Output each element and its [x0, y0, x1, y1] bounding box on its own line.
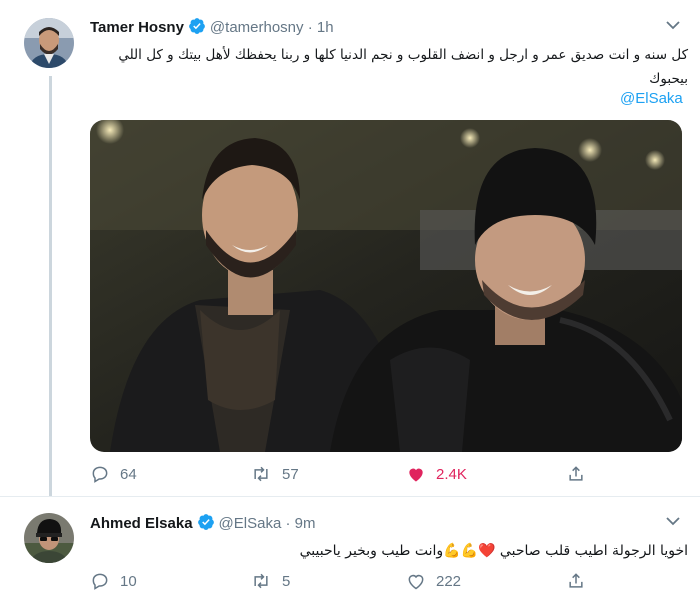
avatar[interactable]	[24, 18, 74, 68]
mention-link[interactable]: @ElSaka	[620, 90, 683, 107]
meta-separator: ·	[307, 19, 313, 36]
share-icon	[569, 573, 583, 588]
like-button[interactable]: 222	[406, 569, 461, 593]
photo-two-men	[90, 120, 682, 452]
thread-line	[49, 76, 52, 496]
retweet-count: 5	[282, 572, 291, 590]
tweet-header: Tamer Hosny @tamerhosny · 1h	[90, 17, 334, 39]
retweet-button[interactable]: 5	[250, 569, 290, 593]
retweet-count: 57	[282, 465, 299, 483]
share-button[interactable]	[566, 569, 596, 593]
reply-icon	[92, 573, 108, 590]
heart-icon	[408, 574, 424, 590]
author-handle[interactable]: @tamerhosny	[210, 19, 304, 36]
author-handle[interactable]: @ElSaka	[219, 515, 282, 532]
chevron-down-icon[interactable]	[666, 20, 680, 30]
reply-button[interactable]: 10	[90, 569, 137, 593]
tweet-text-line-2: بيحبوك	[649, 71, 688, 87]
verified-badge-icon	[197, 513, 215, 535]
like-button[interactable]: 2.4K	[406, 462, 467, 486]
retweet-button[interactable]: 57	[250, 462, 299, 486]
reply-icon	[92, 466, 108, 483]
like-count: 2.4K	[436, 465, 467, 483]
avatar[interactable]	[24, 513, 74, 563]
verified-badge-icon	[188, 17, 206, 39]
retweet-icon	[254, 466, 268, 482]
tweet-actions: 64 57 2.4K	[90, 462, 680, 486]
chevron-down-icon[interactable]	[666, 516, 680, 526]
like-count: 222	[436, 572, 462, 590]
reply-count: 10	[120, 572, 137, 590]
author-name[interactable]: Tamer Hosny	[90, 19, 184, 36]
share-icon	[569, 466, 583, 481]
tweet-time[interactable]: 9m	[295, 515, 316, 532]
tweet-actions: 10 5 222	[90, 569, 680, 593]
tweet-time[interactable]: 1h	[317, 19, 334, 36]
retweet-icon	[254, 573, 268, 589]
tweet-text-line-1: كل سنه و انت صديق عمر و ارجل و انضف القل…	[118, 47, 688, 63]
tweet-text: اخويا الرجولة اطيب قلب صاحبي ❤️💪💪وانت طي…	[299, 543, 688, 559]
tweet-ahmed-elsaka[interactable]: Ahmed Elsaka @ElSaka · 9m اخويا الرجولة ا…	[0, 496, 700, 607]
reply-button[interactable]: 64	[90, 462, 137, 486]
tweet-photo[interactable]	[90, 120, 682, 452]
reply-count: 64	[120, 465, 137, 483]
tweet-header: Ahmed Elsaka @ElSaka · 9m	[90, 513, 316, 535]
heart-icon	[409, 468, 423, 482]
meta-separator: ·	[285, 515, 291, 532]
tweet-tamer-hosny[interactable]: Tamer Hosny @tamerhosny · 1h كل سنه و انت…	[0, 0, 700, 496]
author-name[interactable]: Ahmed Elsaka	[90, 515, 193, 532]
share-button[interactable]	[566, 462, 596, 486]
